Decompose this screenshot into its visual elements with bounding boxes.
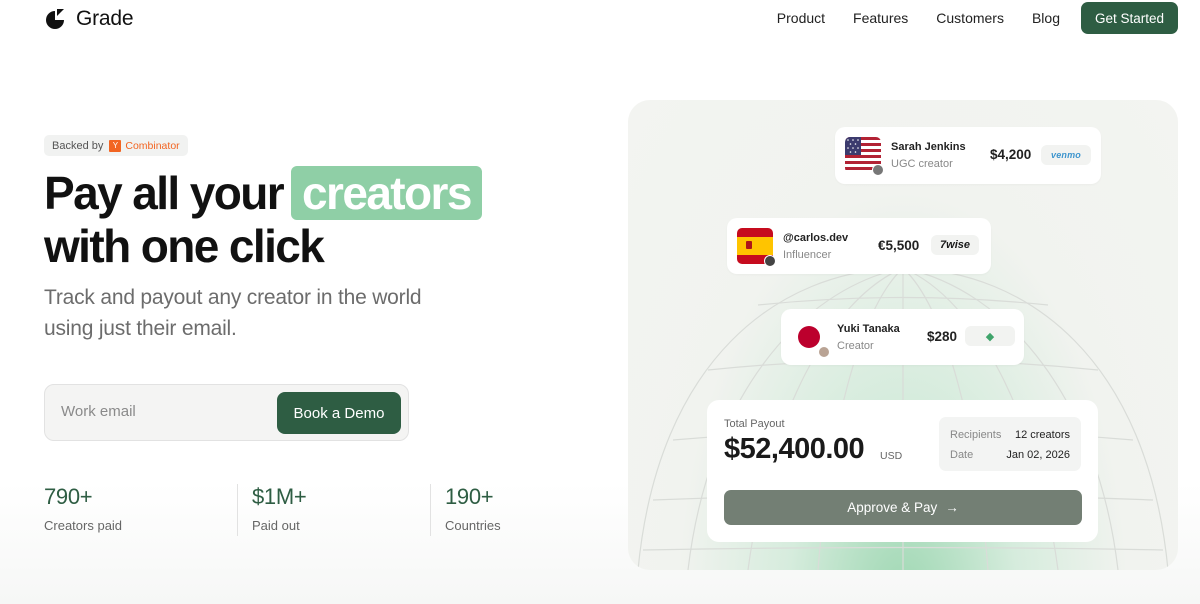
avatar — [764, 255, 776, 267]
work-email-input[interactable] — [61, 403, 261, 420]
headline-line2: with one click — [44, 220, 325, 272]
get-started-button[interactable]: Get Started — [1081, 2, 1178, 34]
payout-card-carlos[interactable]: @carlos.dev Influencer €5,500 7wise — [727, 218, 991, 274]
brand-name: Grade — [76, 7, 134, 30]
flag-wrap — [845, 137, 884, 176]
payee-name: Sarah Jenkins — [891, 141, 966, 153]
payee-name: @carlos.dev — [783, 232, 849, 244]
y-combinator-label: Combinator — [125, 139, 180, 152]
stat-creators-paid: 790+ Creators paid — [44, 484, 237, 536]
nav-link-features[interactable]: Features — [853, 10, 908, 26]
flag-wrap — [791, 319, 830, 358]
payout-amount: $280 — [927, 329, 958, 344]
total-payout-amount: $52,400.00 — [724, 433, 865, 465]
gem-icon: ◆ — [985, 330, 995, 343]
flag-wrap — [737, 228, 776, 267]
date-value: Jan 02, 2026 — [1006, 449, 1070, 461]
wise-logo: 7wise — [940, 239, 970, 251]
gem-method-badge: ◆ — [965, 326, 1015, 346]
stat-value: 190+ — [445, 484, 494, 509]
y-combinator-logo-icon: Y — [109, 139, 122, 152]
stat-countries: 190+ Countries — [430, 484, 623, 536]
backed-by-badge: Backed by Y Combinator — [44, 135, 188, 156]
top-nav: Grade Product Features Customers Blog Ge… — [0, 0, 1200, 40]
payout-card-sarah[interactable]: Sarah Jenkins UGC creator $4,200 venmo — [835, 127, 1101, 184]
hero-headline: Pay all your creators with one click — [44, 166, 482, 272]
payout-meta: Recipients 12 creators Date Jan 02, 2026 — [939, 417, 1081, 471]
approve-pay-button[interactable]: Approve & Pay → — [724, 490, 1082, 525]
grade-logo-icon — [46, 9, 64, 29]
approve-label: Approve & Pay — [847, 500, 938, 515]
recipients-label: Recipients — [950, 429, 1002, 441]
total-payout-card: Total Payout $52,400.00 USD Recipients 1… — [707, 400, 1098, 542]
stat-label: Creators paid — [44, 518, 123, 533]
payee-role: UGC creator — [891, 158, 953, 170]
payout-card-yuki[interactable]: Yuki Tanaka Creator $280 ◆ — [781, 309, 1024, 365]
stat-paid-out: $1M+ Paid out — [237, 484, 430, 536]
venmo-logo: venmo — [1050, 150, 1081, 160]
payout-amount: €5,500 — [878, 238, 920, 253]
stat-label: Paid out — [252, 518, 300, 533]
arrow-right-icon: → — [945, 500, 959, 515]
stat-label: Countries — [445, 518, 501, 533]
currency-label: USD — [880, 450, 903, 462]
avatar — [872, 164, 884, 176]
headline-highlight: creators — [291, 166, 482, 220]
nav-link-customers[interactable]: Customers — [936, 10, 1004, 26]
nav-links: Product Features Customers Blog — [777, 10, 1060, 26]
payee-role: Creator — [837, 340, 874, 352]
payee-name: Yuki Tanaka — [837, 323, 900, 335]
stat-value: $1M+ — [252, 484, 307, 509]
badge-prefix: Backed by — [52, 139, 104, 152]
payee-role: Influencer — [783, 249, 832, 261]
nav-link-blog[interactable]: Blog — [1032, 10, 1060, 26]
avatar — [818, 346, 830, 358]
total-payout-label: Total Payout — [724, 418, 785, 430]
headline-line1: Pay all your — [44, 167, 285, 219]
wise-method-badge: 7wise — [931, 235, 979, 255]
hero-subheadline: Track and payout any creator in the worl… — [44, 286, 422, 340]
payout-amount: $4,200 — [990, 147, 1032, 162]
recipients-value: 12 creators — [1014, 429, 1070, 441]
date-label: Date — [950, 449, 974, 461]
nav-link-product[interactable]: Product — [777, 10, 825, 26]
brand-logo[interactable]: Grade — [44, 7, 134, 31]
venmo-method-badge: venmo — [1041, 145, 1091, 165]
book-demo-button[interactable]: Book a Demo — [277, 392, 401, 434]
email-signup-form: Book a Demo — [44, 384, 409, 441]
stat-value: 790+ — [44, 484, 93, 509]
stats-row: 790+ Creators paid $1M+ Paid out 190+ Co… — [44, 484, 623, 536]
